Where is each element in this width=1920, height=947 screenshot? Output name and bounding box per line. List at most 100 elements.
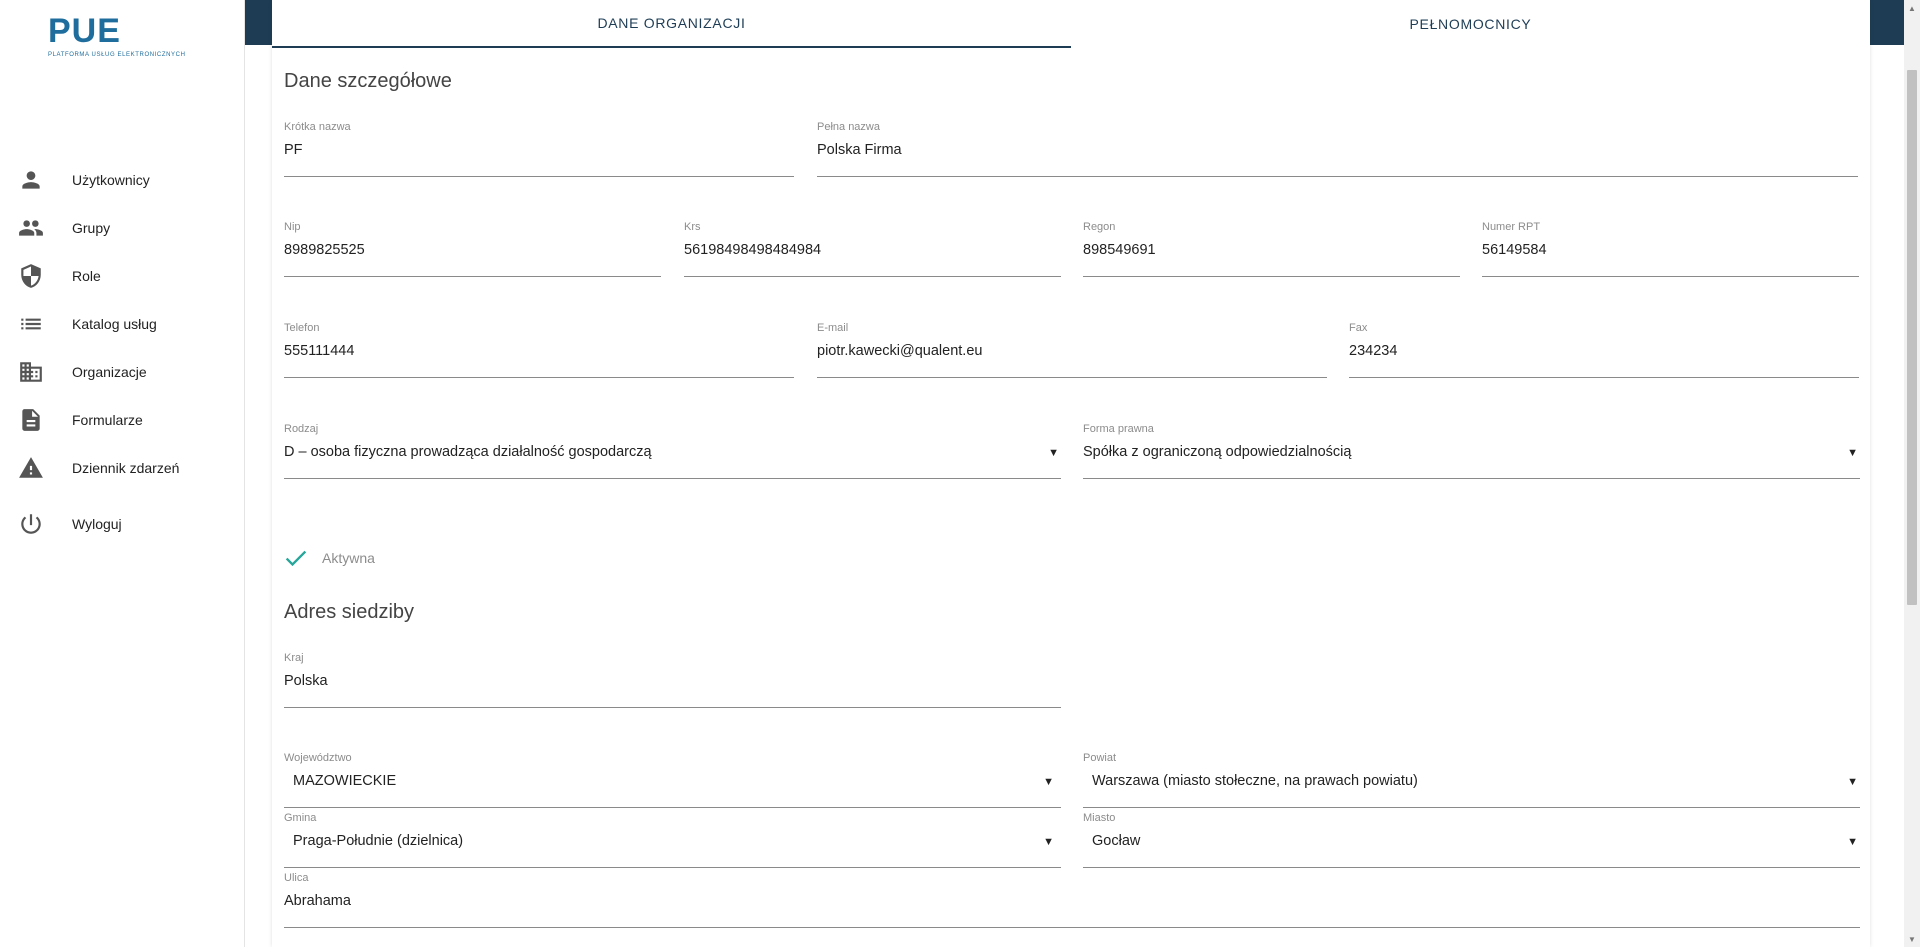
rpt-number-field[interactable]: Numer RPT 56149584	[1482, 221, 1859, 277]
sidebar-item-groups[interactable]: Grupy	[0, 208, 245, 248]
tab-proxies[interactable]: PEŁNOMOCNICY	[1071, 0, 1870, 48]
sidebar-item-label: Grupy	[72, 220, 111, 236]
logo-title: PUE	[48, 12, 121, 50]
regon-field[interactable]: Regon 898549691	[1083, 221, 1460, 277]
field-value: Spółka z ograniczoną odpowiedzialnością	[1083, 444, 1352, 460]
person-icon	[18, 167, 44, 193]
section-title-address: Adres siedziby	[284, 601, 415, 623]
field-label: Powiat	[1083, 752, 1117, 764]
sidebar: PUE PLATFORMA USŁUG ELEKTRONICZNYCH Użyt…	[0, 0, 245, 947]
voivodeship-select[interactable]: Województwo MAZOWIECKIE ▼	[284, 752, 1061, 808]
short-name-field[interactable]: Krótka nazwa PF	[284, 121, 794, 177]
sidebar-item-label: Organizacje	[72, 364, 147, 380]
document-icon	[18, 407, 44, 433]
sidebar-item-roles[interactable]: Role	[0, 256, 245, 296]
dropdown-arrow-icon[interactable]: ▼	[1847, 447, 1858, 459]
list-icon	[18, 311, 44, 337]
dropdown-arrow-icon[interactable]: ▼	[1847, 776, 1858, 788]
commune-select[interactable]: Gmina Praga-Południe (dzielnica) ▼	[284, 812, 1061, 868]
active-checkbox[interactable]: Aktywna	[282, 545, 375, 571]
nip-field[interactable]: Nip 8989825525	[284, 221, 661, 277]
krs-field[interactable]: Krs 56198498498484984	[684, 221, 1061, 277]
sidebar-item-label: Katalog usług	[72, 316, 157, 332]
sidebar-item-organizations[interactable]: Organizacje	[0, 352, 245, 392]
county-select[interactable]: Powiat Warszawa (miasto stołeczne, na pr…	[1083, 752, 1860, 808]
sidebar-item-label: Role	[72, 268, 101, 284]
header-bar-right	[1870, 0, 1904, 45]
scrollbar-thumb[interactable]	[1907, 70, 1917, 605]
field-value: Polska Firma	[817, 142, 902, 158]
field-value: Gocław	[1092, 833, 1141, 849]
field-label: Numer RPT	[1482, 221, 1541, 233]
field-value: 56149584	[1482, 242, 1547, 258]
field-value: Abrahama	[284, 893, 351, 909]
sidebar-item-event-log[interactable]: Dziennik zdarzeń	[0, 448, 245, 488]
field-label: Kraj	[284, 652, 304, 664]
field-label: Regon	[1083, 221, 1116, 233]
sidebar-item-label: Użytkownicy	[72, 172, 150, 188]
organization-form: DANE ORGANIZACJI PEŁNOMOCNICY Dane szcze…	[272, 0, 1870, 947]
dropdown-arrow-icon[interactable]: ▼	[1043, 776, 1054, 788]
field-value: 234234	[1349, 343, 1398, 359]
dropdown-arrow-icon[interactable]: ▼	[1048, 447, 1059, 459]
legal-form-select[interactable]: Forma prawna Spółka z ograniczoną odpowi…	[1083, 423, 1860, 479]
sidebar-item-label: Formularze	[72, 412, 143, 428]
field-value: Praga-Południe (dzielnica)	[293, 833, 464, 849]
dropdown-arrow-icon[interactable]: ▼	[1043, 836, 1054, 848]
street-field[interactable]: Ulica Abrahama	[284, 872, 1860, 928]
field-value: piotr.kawecki@qualent.eu	[817, 343, 983, 359]
dropdown-arrow-icon[interactable]: ▼	[1847, 836, 1858, 848]
section-title-details: Dane szczegółowe	[284, 70, 452, 92]
sidebar-item-forms[interactable]: Formularze	[0, 400, 245, 440]
field-label: Krs	[684, 221, 701, 233]
field-value: 56198498498484984	[684, 242, 822, 258]
sidebar-item-label: Dziennik zdarzeń	[72, 460, 180, 476]
power-icon	[18, 511, 44, 537]
phone-field[interactable]: Telefon 555111444	[284, 322, 794, 378]
logo[interactable]: PUE PLATFORMA USŁUG ELEKTRONICZNYCH	[48, 14, 186, 58]
logo-subtitle: PLATFORMA USŁUG ELEKTRONICZNYCH	[48, 52, 186, 58]
city-select[interactable]: Miasto Gocław ▼	[1083, 812, 1860, 868]
field-label: Krótka nazwa	[284, 121, 351, 133]
active-label: Aktywna	[322, 550, 375, 566]
scroll-up-icon[interactable]: ▲	[1904, 0, 1920, 16]
field-label: Pełna nazwa	[817, 121, 880, 133]
field-label: Gmina	[284, 812, 317, 824]
field-label: E-mail	[817, 322, 849, 334]
field-label: Rodzaj	[284, 423, 319, 435]
field-value: 898549691	[1083, 242, 1156, 258]
field-value: Warszawa (miasto stołeczne, na prawach p…	[1092, 773, 1418, 789]
field-label: Fax	[1349, 322, 1368, 334]
scrollbar[interactable]: ▲ ▼	[1904, 0, 1920, 947]
scroll-down-icon[interactable]: ▼	[1904, 931, 1920, 947]
country-field[interactable]: Kraj Polska	[284, 652, 1061, 708]
field-label: Telefon	[284, 322, 320, 334]
tabs: DANE ORGANIZACJI PEŁNOMOCNICY	[272, 0, 1870, 48]
field-value: Polska	[284, 673, 328, 689]
checkmark-icon[interactable]	[282, 544, 310, 572]
field-label: Województwo	[284, 752, 352, 764]
shield-icon	[18, 263, 44, 289]
field-value: 8989825525	[284, 242, 365, 258]
kind-select[interactable]: Rodzaj D – osoba fizyczna prowadząca dzi…	[284, 423, 1061, 479]
field-label: Nip	[284, 221, 301, 233]
field-value: 555111444	[284, 343, 355, 359]
field-label: Ulica	[284, 872, 309, 884]
building-icon	[18, 359, 44, 385]
field-value: PF	[284, 142, 303, 158]
fax-field[interactable]: Fax 234234	[1349, 322, 1859, 378]
field-value: MAZOWIECKIE	[293, 773, 397, 789]
group-icon	[18, 215, 44, 241]
field-value: D – osoba fizyczna prowadząca działalnoś…	[284, 444, 652, 460]
tab-organization-data[interactable]: DANE ORGANIZACJI	[272, 0, 1071, 48]
sidebar-item-service-catalog[interactable]: Katalog usług	[0, 304, 245, 344]
sidebar-item-logout[interactable]: Wyloguj	[0, 504, 245, 544]
warning-icon	[18, 455, 44, 481]
full-name-field[interactable]: Pełna nazwa Polska Firma	[817, 121, 1858, 177]
sidebar-item-label: Wyloguj	[72, 516, 122, 532]
email-field[interactable]: E-mail piotr.kawecki@qualent.eu	[817, 322, 1327, 378]
field-label: Miasto	[1083, 812, 1116, 824]
field-label: Forma prawna	[1083, 423, 1154, 435]
sidebar-item-users[interactable]: Użytkownicy	[0, 160, 245, 200]
header-bar-left	[245, 0, 272, 45]
